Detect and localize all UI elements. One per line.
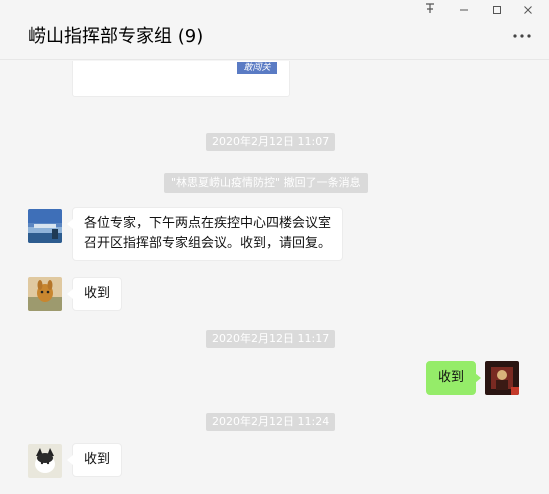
more-dots-icon[interactable] xyxy=(510,28,534,44)
my-message-bubble[interactable]: 收到 xyxy=(426,361,482,395)
chat-history[interactable]: 敢闯关 2020年2月12日 11:07 "林思夏崂山疫情防控" 撤回了一条消息… xyxy=(0,61,549,494)
message-bubble[interactable]: 收到 xyxy=(66,277,123,311)
message-bubble[interactable]: 各位专家，下午两点在疾控中心四楼会议室 召开区指挥部专家组会议。收到，请回复。 xyxy=(66,207,344,261)
pin-icon[interactable] xyxy=(420,2,440,20)
shared-card-message[interactable]: 敢闯关 xyxy=(72,61,290,97)
message-text: 收到 xyxy=(84,286,111,301)
message-line: 各位专家，下午两点在疾控中心四楼会议室 xyxy=(84,216,332,231)
card-thumbnail: 敢闯关 xyxy=(237,62,277,74)
recall-notice: "林思夏崂山疫情防控" 撤回了一条消息 xyxy=(164,173,368,193)
close-icon[interactable] xyxy=(518,2,538,20)
my-avatar[interactable] xyxy=(485,361,519,395)
avatar[interactable] xyxy=(28,209,62,243)
avatar[interactable] xyxy=(28,444,62,478)
message-line: 召开区指挥部专家组会议。收到，请回复。 xyxy=(84,236,332,251)
avatar[interactable] xyxy=(28,277,62,311)
chat-title: 崂山指挥部专家组 (9) xyxy=(28,26,204,47)
timestamp: 2020年2月12日 11:07 xyxy=(206,133,336,151)
timestamp: 2020年2月12日 11:17 xyxy=(206,330,336,348)
minimize-icon[interactable] xyxy=(454,2,474,20)
message-text: 收到 xyxy=(84,452,111,467)
message-bubble[interactable]: 收到 xyxy=(66,443,123,477)
message-text: 收到 xyxy=(438,370,465,385)
maximize-icon[interactable] xyxy=(487,2,507,20)
timestamp: 2020年2月12日 11:24 xyxy=(206,413,336,431)
title-bar: 崂山指挥部专家组 (9) xyxy=(0,0,549,60)
